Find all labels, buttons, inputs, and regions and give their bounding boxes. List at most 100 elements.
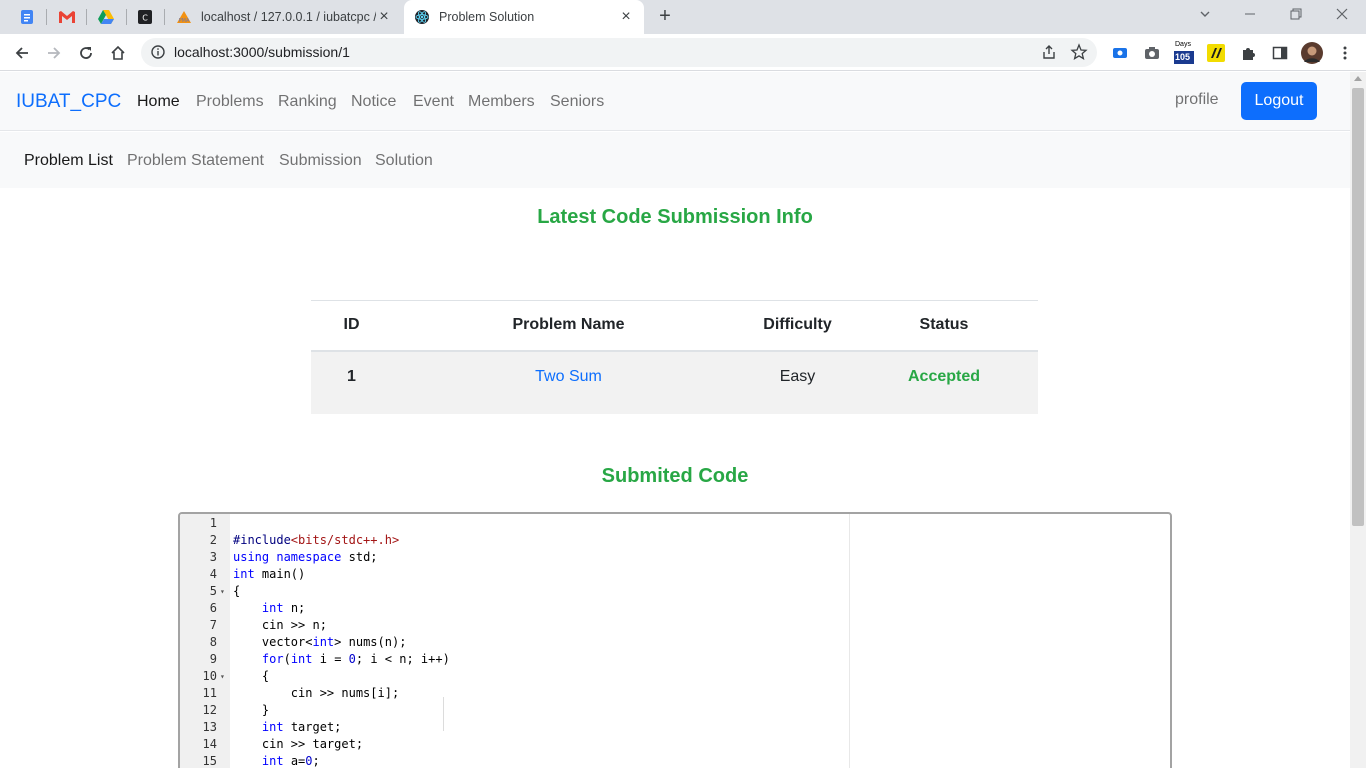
browser-toolbar: localhost:3000/submission/1 Days 105	[0, 34, 1366, 71]
column-header-problem-name: Problem Name	[392, 300, 745, 352]
code-line: 1	[180, 515, 1170, 532]
minimize-icon[interactable]	[1238, 4, 1262, 28]
address-bar[interactable]: localhost:3000/submission/1	[141, 38, 1097, 67]
nav-event[interactable]: Event	[413, 93, 454, 111]
subnav-submission[interactable]: Submission	[279, 152, 362, 170]
code-line: 11 cin >> nums[i];	[180, 685, 1170, 702]
page-viewport: IUBAT_CPC Home Problems Ranking Notice E…	[0, 72, 1350, 768]
browser-tabstrip: C PMA localhost / 127.0.0.1 / iubatcpc /…	[0, 0, 1366, 34]
code-text: using namespace std;	[233, 550, 378, 564]
problem-subnav: Problem List Problem Statement Submissio…	[0, 132, 1350, 188]
scroll-up-icon[interactable]	[1354, 76, 1362, 81]
nav-problems[interactable]: Problems	[196, 93, 264, 111]
codepen-icon[interactable]: C	[134, 6, 156, 28]
subnav-solution[interactable]: Solution	[375, 152, 433, 170]
line-number: 8	[209, 635, 217, 649]
table-header-row: ID Problem Name Difficulty Status	[311, 300, 1038, 352]
column-header-status: Status	[850, 300, 1038, 352]
tab-title: Problem Solution	[439, 10, 535, 24]
url-text: localhost:3000/submission/1	[174, 44, 350, 60]
line-number: 3	[209, 550, 217, 564]
nav-seniors[interactable]: Seniors	[550, 93, 604, 111]
line-number: 1	[209, 516, 217, 530]
code-line: 15 int a=0;	[180, 753, 1170, 768]
code-line: 10 ▾ {	[180, 668, 1170, 685]
code-editor[interactable]: 1 2 #include<bits/stdc++.h> 3 using namespac…	[178, 512, 1172, 768]
logout-button[interactable]: Logout	[1241, 82, 1317, 120]
brand-logo[interactable]: IUBAT_CPC	[16, 91, 121, 113]
nav-home[interactable]: Home	[137, 93, 180, 111]
fold-arrow-icon[interactable]: ▾	[220, 668, 225, 685]
subnav-problem-list[interactable]: Problem List	[24, 152, 113, 170]
screencast-extension-icon[interactable]	[1109, 42, 1131, 64]
cell-difficulty: Easy	[745, 350, 850, 414]
code-text: #include<bits/stdc++.h>	[233, 533, 400, 547]
nav-ranking[interactable]: Ranking	[278, 93, 337, 111]
chrome-menu-icon[interactable]	[1334, 42, 1356, 64]
code-text: int main()	[233, 567, 306, 581]
new-tab-icon[interactable]: +	[654, 6, 676, 28]
tab-title: localhost / 127.0.0.1 / iubatcpc /	[201, 10, 376, 24]
tab-close-icon[interactable]: ×	[618, 9, 634, 25]
reload-icon[interactable]	[74, 41, 98, 65]
camera-extension-icon[interactable]	[1141, 42, 1163, 64]
code-line: 8 vector<int> nums(n);	[180, 634, 1170, 651]
line-number: 10	[202, 669, 217, 683]
home-icon[interactable]	[106, 41, 130, 65]
profile-link[interactable]: profile	[1175, 91, 1219, 109]
line-number: 7	[209, 618, 217, 632]
extensions-puzzle-icon[interactable]	[1237, 42, 1259, 64]
code-line: 6 int n;	[180, 600, 1170, 617]
close-window-icon[interactable]	[1330, 4, 1354, 28]
submission-table: ID Problem Name Difficulty Status 1 Two …	[311, 300, 1038, 414]
code-text: for(int i = 0; i < n; i++)	[261, 652, 450, 666]
restore-icon[interactable]	[1284, 4, 1308, 28]
code-text: {	[233, 584, 241, 598]
code-line: 2 #include<bits/stdc++.h>	[180, 532, 1170, 549]
code-line: 13 int target;	[180, 719, 1170, 736]
svg-text:C: C	[142, 14, 148, 23]
tab-problem-solution[interactable]: Problem Solution ×	[404, 0, 644, 34]
code-text: cin >> n;	[233, 618, 327, 632]
tab-search-icon[interactable]	[1193, 4, 1217, 28]
google-docs-icon[interactable]	[16, 6, 38, 28]
forward-icon[interactable]	[42, 41, 66, 65]
nav-members[interactable]: Members	[468, 93, 535, 111]
code-text: int target;	[261, 720, 342, 734]
line-number: 11	[202, 686, 217, 700]
code-text: cin >> target;	[233, 737, 364, 751]
tab-close-icon[interactable]: ×	[376, 9, 392, 25]
code-text: int n;	[261, 601, 306, 615]
svg-text:PMA: PMA	[179, 18, 190, 24]
tab-phpmyadmin[interactable]: PMA localhost / 127.0.0.1 / iubatcpc / ×	[166, 0, 402, 34]
nav-notice[interactable]: Notice	[351, 93, 396, 111]
line-number: 9	[209, 652, 217, 666]
submitted-code-heading: Submited Code	[601, 465, 749, 487]
line-number: 6	[209, 601, 217, 615]
line-number: 2	[209, 533, 217, 547]
submission-info-heading: Latest Code Submission Info	[537, 206, 813, 228]
bookmark-star-icon[interactable]	[1070, 43, 1088, 66]
line-number: 12	[202, 703, 217, 717]
code-line: 14 cin >> target;	[180, 736, 1170, 753]
back-icon[interactable]	[10, 41, 34, 65]
code-line: 4 int main()	[180, 566, 1170, 583]
problem-link[interactable]: Two Sum	[535, 368, 602, 385]
google-drive-icon[interactable]	[95, 6, 117, 28]
fold-arrow-icon[interactable]: ▾	[220, 583, 225, 600]
side-panel-icon[interactable]	[1269, 42, 1291, 64]
page-scrollbar[interactable]	[1350, 72, 1366, 768]
days-counter-extension-icon[interactable]: Days 105	[1173, 41, 1195, 64]
line-number: 4	[209, 567, 217, 581]
code-line: 12 }	[180, 702, 1170, 719]
gmail-icon[interactable]	[56, 6, 78, 28]
code-line: 5 ▾ {	[180, 583, 1170, 600]
column-header-id: ID	[311, 300, 392, 352]
avatar[interactable]	[1301, 42, 1323, 64]
code-line: 9 for(int i = 0; i < n; i++)	[180, 651, 1170, 668]
scrollbar-thumb[interactable]	[1352, 88, 1364, 526]
subnav-problem-statement[interactable]: Problem Statement	[127, 152, 264, 170]
pn-extension-icon[interactable]	[1205, 42, 1227, 64]
share-icon[interactable]	[1041, 44, 1057, 65]
site-info-icon[interactable]	[150, 44, 166, 60]
